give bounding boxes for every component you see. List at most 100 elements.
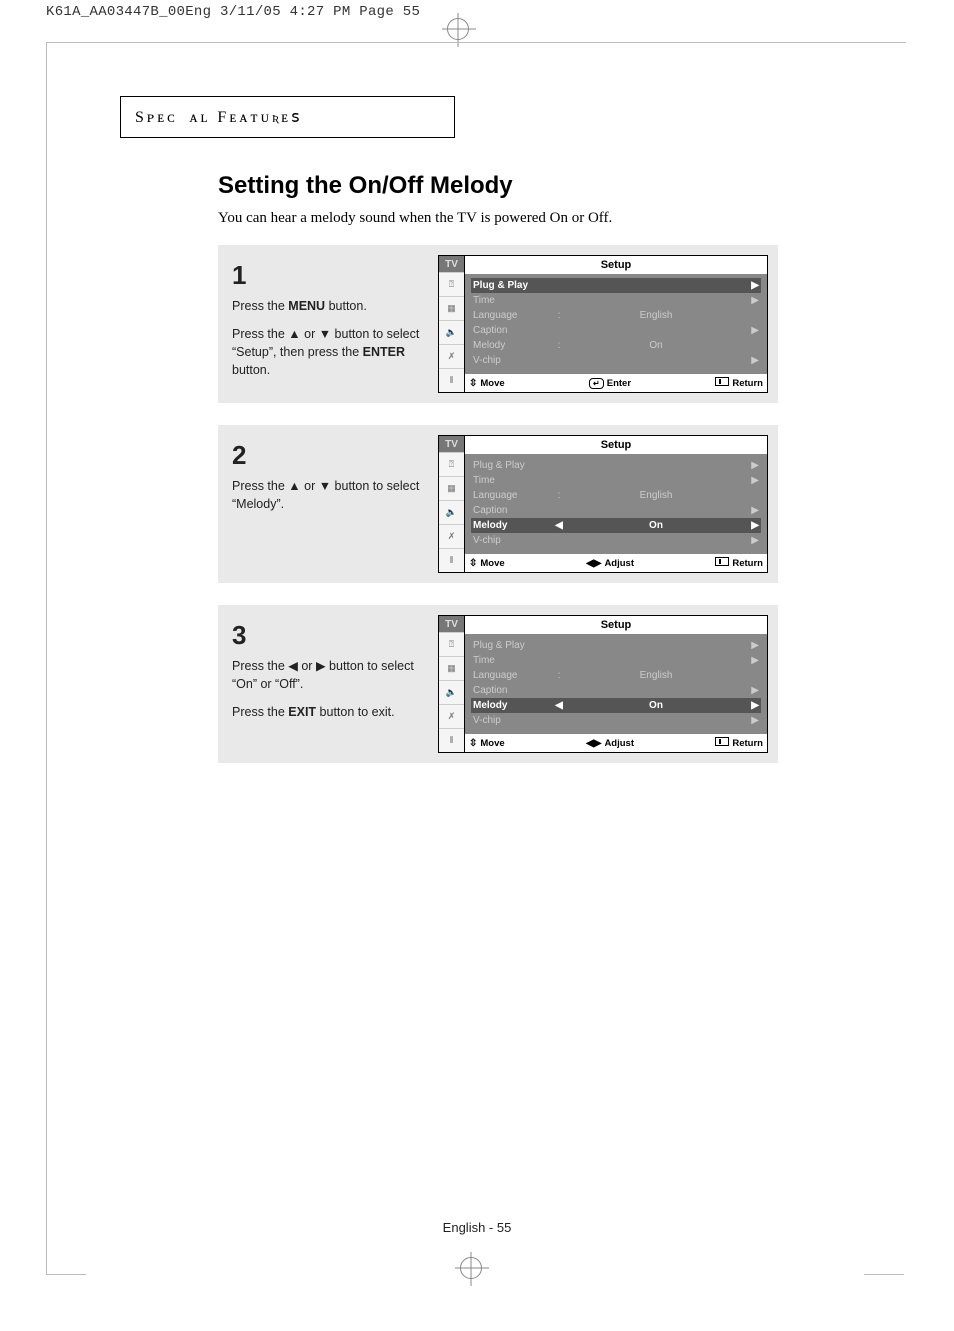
osd-tab-icon: ▦ (439, 477, 464, 501)
step-paragraph: Press the ▲ or ▼ button to select “Melod… (232, 477, 426, 513)
osd-menu-row: Time ▶ (471, 473, 761, 488)
osd-menu-row: V-chip▶ (471, 713, 761, 728)
osd-tab-icon: TV (439, 616, 464, 633)
nav-glyph-icon: ⇳ (469, 558, 477, 569)
menu-item-label: Language (473, 310, 551, 321)
menu-item-label: V-chip (473, 355, 551, 366)
chevron-right-icon: ▶ (749, 520, 759, 531)
chevron-right-icon: ▶ (749, 655, 759, 666)
osd-footer-label: Adjust (604, 738, 634, 749)
osd-footer-label: Return (732, 738, 763, 749)
menu-item-value: On (567, 520, 745, 531)
osd-footer-label: Move (480, 738, 504, 749)
step-number: 2 (232, 437, 426, 475)
osd-tab-icon: ⍰ (439, 633, 464, 657)
menu-item-label: Melody (473, 520, 551, 531)
step-paragraph: Press the EXIT button to exit. (232, 703, 426, 721)
osd-screenshot: TV⍰▦🔈✗⦀SetupPlug & Play▶Time▶Language:En… (438, 255, 768, 393)
enter-icon: ↵ (589, 378, 604, 389)
chevron-right-icon: ▶ (749, 475, 759, 486)
osd-tab-sidebar: TV⍰▦🔈✗⦀ (438, 255, 464, 393)
osd-footer-hint: Return (715, 737, 763, 749)
osd-footer-label: Return (732, 378, 763, 389)
menu-item-separator: : (555, 340, 563, 351)
osd-tab-icon: ⍰ (439, 453, 464, 477)
registration-mark-icon (447, 18, 469, 40)
osd-footer-hint: ◀▶Adjust (586, 557, 634, 569)
osd-footer: ⇳Move ◀▶Adjust Return (465, 734, 767, 752)
return-icon (715, 737, 729, 749)
print-header: K61A_AA03447B_00Eng 3/11/05 4:27 PM Page… (46, 4, 420, 20)
step-paragraph: Press the MENU button. (232, 297, 426, 315)
osd-footer-label: Move (480, 558, 504, 569)
osd-footer: ⇳Move ◀▶Adjust Return (465, 554, 767, 572)
osd-title: Setup (465, 616, 767, 634)
osd-tab-icon: ⦀ (439, 549, 464, 572)
osd-tab-icon: 🔈 (439, 681, 464, 705)
osd-menu-row: Time▶ (471, 293, 761, 308)
osd-menu-list: Plug & Play▶Time▶Language:EnglishCaption… (465, 274, 767, 374)
menu-item-value: English (567, 670, 745, 681)
menu-item-value: On (567, 700, 745, 711)
return-icon (715, 377, 729, 389)
osd-footer-hint: ◀▶Adjust (586, 737, 634, 749)
chevron-right-icon: ▶ (749, 355, 759, 366)
osd-footer-hint: Return (715, 557, 763, 569)
osd-title: Setup (465, 256, 767, 274)
menu-item-label: Time (473, 475, 551, 486)
chevron-right-icon: ▶ (749, 700, 759, 711)
menu-item-label: Language (473, 490, 551, 501)
button-reference: EXIT (288, 705, 316, 719)
chevron-right-icon: ▶ (749, 535, 759, 546)
osd-menu-row: Time ▶ (471, 653, 761, 668)
menu-item-label: Time (473, 295, 551, 306)
osd-menu-row: Melody ◀ On ▶ (471, 518, 761, 533)
osd-menu-row: Plug & Play ▶ (471, 278, 761, 293)
intro-text: You can hear a melody sound when the TV … (218, 210, 778, 227)
osd-tab-icon: ✗ (439, 705, 464, 729)
menu-item-separator: ◀ (555, 700, 563, 711)
chevron-right-icon: ▶ (749, 280, 759, 291)
osd-menu-row: Melody: On (471, 338, 761, 353)
menu-item-separator: : (555, 310, 563, 321)
menu-item-label: Caption (473, 325, 551, 336)
crop-mark-icon (864, 1274, 904, 1275)
menu-item-label: Plug & Play (473, 640, 551, 651)
osd-tab-sidebar: TV⍰▦🔈✗⦀ (438, 615, 464, 753)
menu-item-value: On (567, 340, 745, 351)
nav-glyph-icon: ⇳ (469, 378, 477, 389)
crop-mark-icon (46, 1274, 86, 1275)
menu-item-label: Caption (473, 685, 551, 696)
osd-tab-sidebar: TV⍰▦🔈✗⦀ (438, 435, 464, 573)
nav-glyph-icon: ⇳ (469, 738, 477, 749)
button-reference: MENU (288, 299, 325, 313)
osd-tab-icon: ▦ (439, 657, 464, 681)
menu-item-value: English (567, 310, 745, 321)
menu-item-label: Melody (473, 340, 551, 351)
osd-title: Setup (465, 436, 767, 454)
osd-footer-label: Adjust (604, 558, 634, 569)
osd-tab-icon: 🔈 (439, 321, 464, 345)
osd-tab-icon: ✗ (439, 525, 464, 549)
osd-footer-hint: ⇳Move (469, 557, 505, 569)
osd-footer-hint: ⇳Move (469, 377, 505, 389)
step-instructions: 1Press the MENU button.Press the ▲ or ▼ … (228, 255, 428, 393)
osd-footer-hint: ⇳Move (469, 737, 505, 749)
osd-menu-row: Plug & Play▶ (471, 638, 761, 653)
menu-item-separator: ◀ (555, 520, 563, 531)
menu-item-label: Time (473, 655, 551, 666)
nav-glyph-icon: ◀▶ (586, 738, 601, 749)
step-number: 1 (232, 257, 426, 295)
chevron-right-icon: ▶ (749, 325, 759, 336)
osd-tab-icon: TV (439, 256, 464, 273)
menu-item-separator: : (555, 490, 563, 501)
menu-item-label: V-chip (473, 715, 551, 726)
section-label: Sᴘᴇᴄɪᴀʟ Fᴇᴀᴛᴜʀᴇꜱ (135, 107, 303, 127)
osd-menu-row: Caption▶ (471, 683, 761, 698)
page-footer: English - 55 (0, 1220, 954, 1235)
osd-footer-label: Move (480, 378, 504, 389)
step-block: 1Press the MENU button.Press the ▲ or ▼ … (218, 245, 778, 403)
menu-item-label: Plug & Play (473, 280, 551, 291)
osd-tab-icon: TV (439, 436, 464, 453)
osd-tab-icon: ⦀ (439, 729, 464, 752)
